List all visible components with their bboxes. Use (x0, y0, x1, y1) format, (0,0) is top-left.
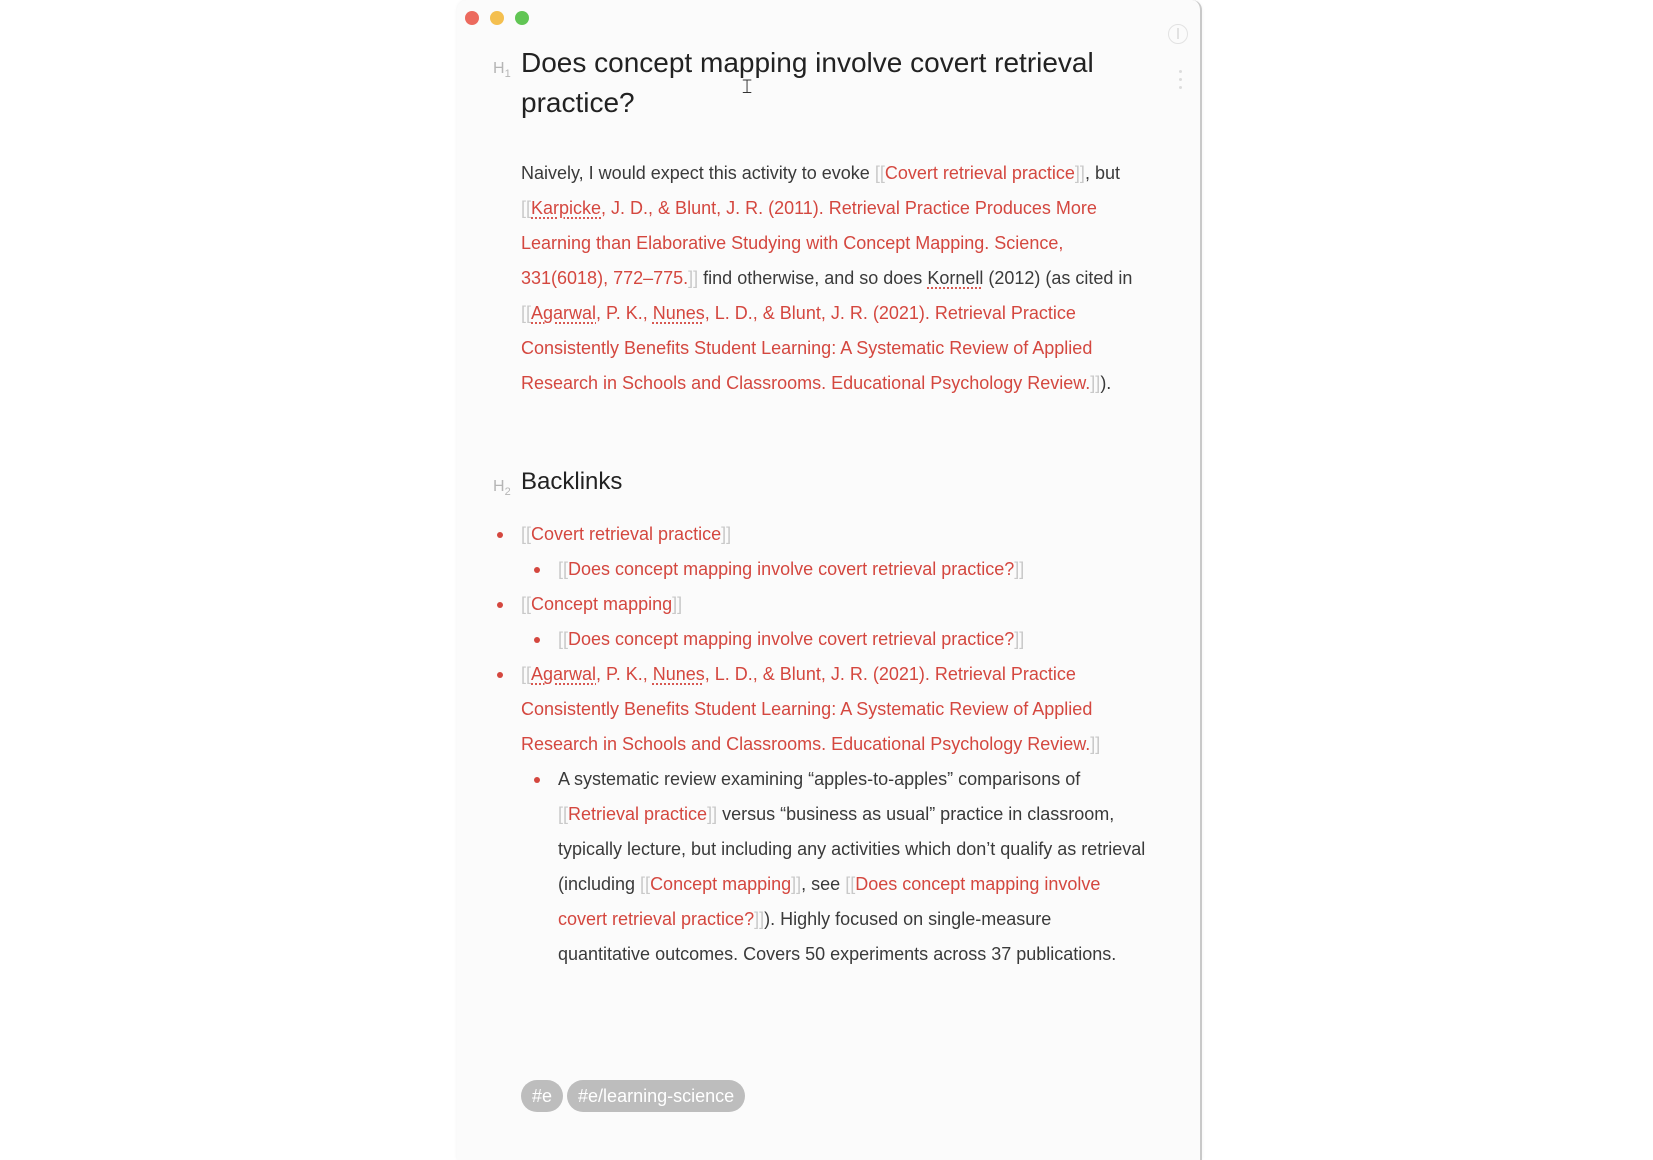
wikilink-concept-mapping[interactable]: Concept mapping (650, 874, 791, 894)
window-maximize-button[interactable] (515, 11, 529, 25)
wikilink-agarwal-2021[interactable]: Agarwal, P. K., Nunes, L. D., & Blunt, J… (521, 664, 1092, 754)
more-options-icon[interactable] (1179, 70, 1182, 94)
note-paragraph[interactable]: Naively, I would expect this activity to… (521, 156, 1146, 401)
h2-marker: H2 (493, 478, 511, 499)
wikilink-concept-mapping[interactable]: Concept mapping (531, 594, 672, 614)
window-close-button[interactable] (465, 11, 479, 25)
wikilink-covert-retrieval-practice[interactable]: Covert retrieval practice (885, 163, 1075, 183)
info-icon[interactable] (1168, 24, 1188, 44)
backlinks-list: [[Covert retrieval practice]] [[Does con… (497, 517, 1146, 972)
wikilink-covert-retrieval-practice[interactable]: Covert retrieval practice (531, 524, 721, 544)
tag-learning-science[interactable]: #e/learning-science (567, 1080, 746, 1112)
tag-list: #e #e/learning-science (521, 1080, 749, 1112)
note-title[interactable]: Does concept mapping involve covert retr… (521, 43, 1121, 123)
backlinks-heading[interactable]: Backlinks (521, 465, 622, 499)
wikilink-retrieval-practice[interactable]: Retrieval practice (568, 804, 707, 824)
list-item[interactable]: [[Does concept mapping involve covert re… (534, 622, 1146, 657)
list-item[interactable]: [[Does concept mapping involve covert re… (534, 552, 1146, 587)
list-item[interactable]: A systematic review examining “apples-to… (534, 762, 1146, 972)
text-cursor-icon: 𝙸 (740, 76, 755, 98)
tag-e[interactable]: #e (521, 1080, 564, 1112)
list-item[interactable]: [[Covert retrieval practice]] [[Does con… (497, 517, 1146, 587)
list-item[interactable]: [[Concept mapping]] [[Does concept mappi… (497, 587, 1146, 657)
wikilink-concept-mapping-question[interactable]: Does concept mapping involve covert retr… (568, 559, 1014, 579)
list-item[interactable]: [[Agarwal, P. K., Nunes, L. D., & Blunt,… (497, 657, 1146, 972)
window-minimize-button[interactable] (490, 11, 504, 25)
wikilink-agarwal-2021[interactable]: Agarwal, P. K., Nunes, L. D., & Blunt, J… (521, 303, 1092, 393)
note-window: H1 Does concept mapping involve covert r… (457, 0, 1202, 1160)
h1-marker: H1 (493, 60, 511, 81)
wikilink-concept-mapping-question[interactable]: Does concept mapping involve covert retr… (568, 629, 1014, 649)
